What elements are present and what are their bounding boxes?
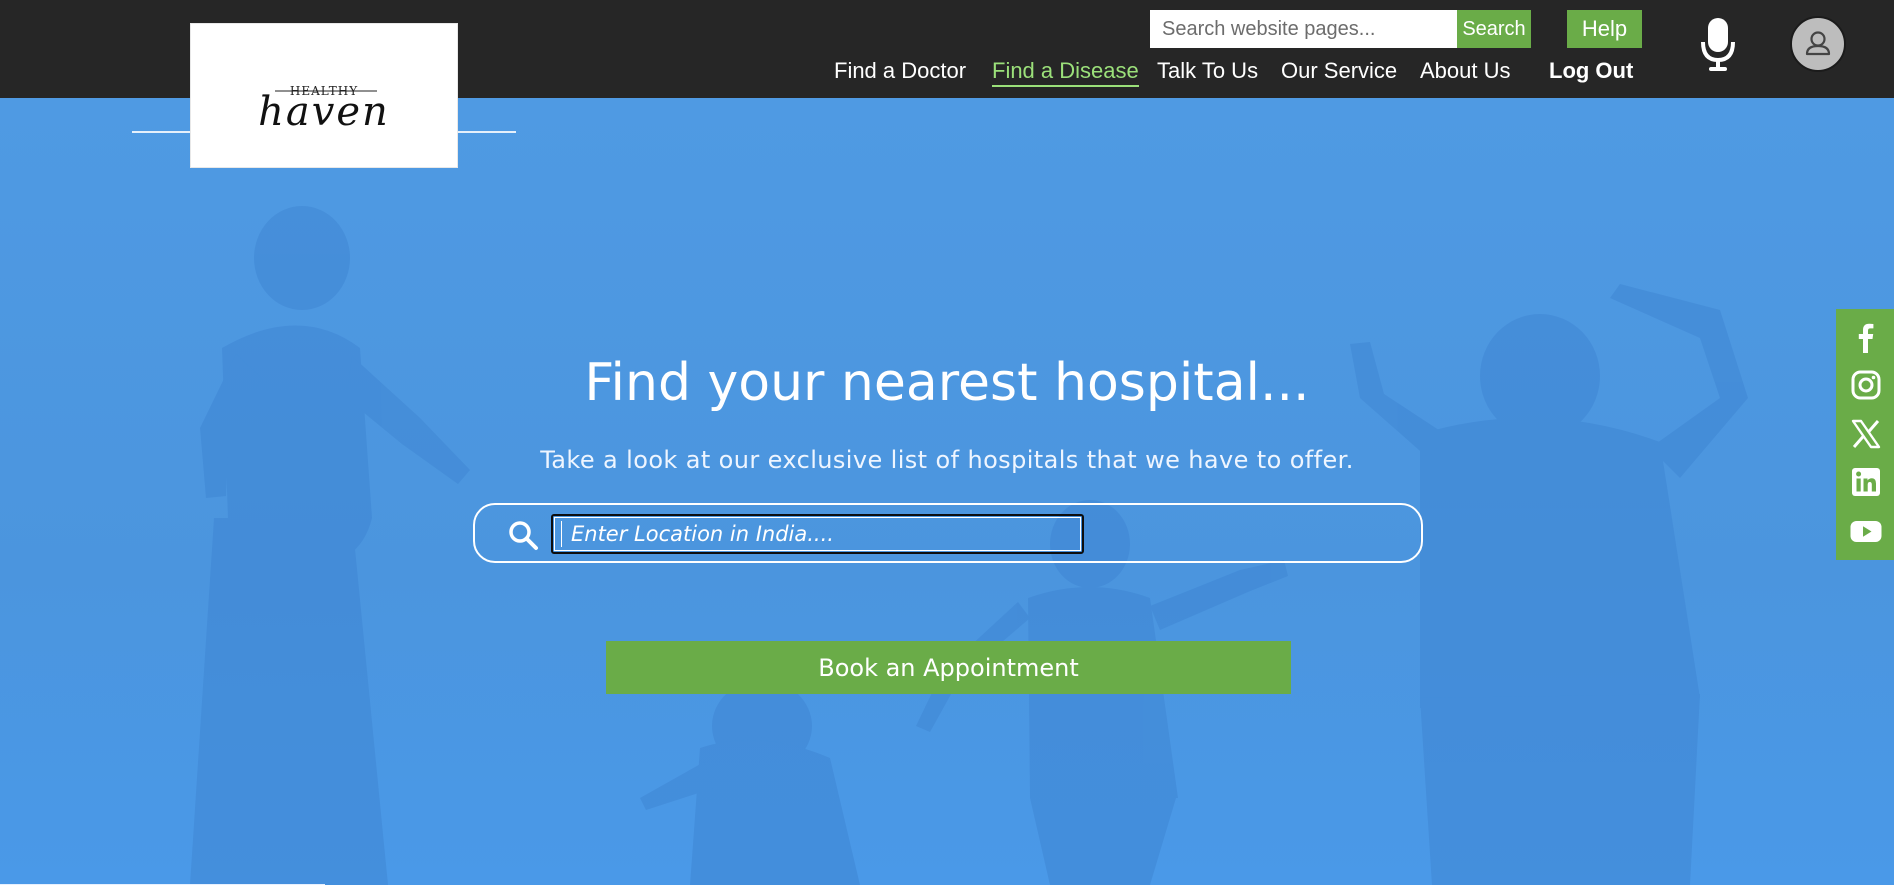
hero-subtitle: Take a look at our exclusive list of hos… [540,446,1354,474]
brand-logo[interactable]: HEALTHY haven [190,23,458,168]
text-caret [561,521,562,547]
social-sidebar [1836,309,1894,560]
facebook-icon[interactable] [1850,321,1882,353]
site-search-input[interactable] [1150,10,1457,48]
nav-log-out[interactable]: Log Out [1549,58,1633,84]
book-appointment-button[interactable]: Book an Appointment [606,641,1291,694]
nav-find-a-disease[interactable]: Find a Disease [992,58,1139,87]
location-search-bar [473,503,1423,563]
nav-our-service[interactable]: Our Service [1281,58,1397,84]
hero-title: Find your nearest hospital... [584,353,1310,413]
logo-rule-left [132,131,190,133]
logo-strike-line [275,90,377,92]
help-button[interactable]: Help [1567,10,1642,48]
search-icon[interactable] [507,519,539,551]
nav-talk-to-us[interactable]: Talk To Us [1157,58,1258,84]
hero-background-image [0,98,1894,885]
nav-about-us[interactable]: About Us [1420,58,1511,84]
instagram-icon[interactable] [1850,369,1882,401]
hero-section: Find your nearest hospital... Take a loo… [0,98,1894,885]
logo-rule-right [458,131,516,133]
youtube-icon[interactable] [1850,515,1882,547]
x-icon[interactable] [1850,418,1882,450]
location-input[interactable] [551,514,1084,554]
linkedin-icon[interactable] [1850,466,1882,498]
site-search-button[interactable]: Search [1457,10,1531,48]
nav-find-a-doctor[interactable]: Find a Doctor [834,58,966,84]
